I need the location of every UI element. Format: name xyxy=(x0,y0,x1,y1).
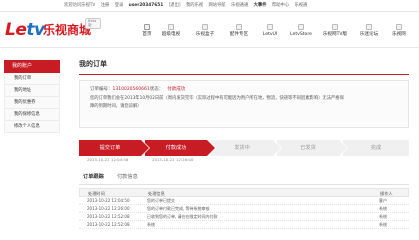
delivery-note-line-1: 您的订单我们会在2013年10月02日前（周内发货完毕（实际过程中有可能因为用户… xyxy=(90,96,344,101)
page: 欢迎访问乐视TV 注册 登录 user20347651 [退出] 我的乐视 网站… xyxy=(0,0,419,240)
nav-tv-site[interactable]: 乐视网TV版 xyxy=(318,24,352,46)
home-icon xyxy=(144,24,150,30)
sidebar-item-orders[interactable]: 我的订单 xyxy=(4,73,60,85)
logo-brand: Letv xyxy=(5,20,45,40)
main-nav: 首页 超级电视 乐视盒子 配件专区 LetvUI LetvStore 乐视网TV… xyxy=(130,24,417,46)
welcome-text: 欢迎访问乐视TV xyxy=(64,3,96,8)
table-row: 2013-10-22 12:26:00 您的订单付款已完成, 等待系统审核 系统 xyxy=(79,205,409,213)
step-time-paid: 2013-10-22 12:26:00 xyxy=(152,157,194,162)
order-info-box: 订单编号：1310020560661状态： 付款成功 您的订单我们会在2013年1… xyxy=(79,80,409,128)
big-event-link[interactable]: 大事件 xyxy=(254,3,267,8)
letv-pass-link[interactable]: 乐视通通 xyxy=(231,3,248,8)
order-status: 付款成功 xyxy=(167,87,186,92)
my-letv-link[interactable]: 我的乐视 xyxy=(186,3,203,8)
tracking-table: 处理时间 处理信息 操作人 2013-10-22 12:04:50 您的订单已提… xyxy=(79,188,409,229)
beta-badge: Beta版 xyxy=(85,18,101,29)
top-bar: 欢迎访问乐视TV 注册 登录 user20347651 [退出] 我的乐视 网站… xyxy=(0,0,419,12)
order-progress: 提交订单 付款成功 发货中 已发货 完成 xyxy=(79,140,409,156)
accessory-icon xyxy=(236,24,242,30)
site-header: Letv 乐视商城 Beta版 首页 超级电视 乐视盒子 配件专区 LetvUI… xyxy=(0,12,419,48)
sidebar-title: 我的账户 xyxy=(4,60,60,73)
store-icon xyxy=(298,24,304,30)
sidebar-item-address[interactable]: 我的地址 xyxy=(4,85,60,97)
order-summary-line: 订单编号：1310020560661状态： 付款成功 xyxy=(90,87,398,96)
page-title: 我的订单 xyxy=(79,60,107,68)
progress-times: 2013-10-22 12:04:56 2013-10-22 12:26:00 xyxy=(79,157,409,166)
tv-icon xyxy=(168,24,174,30)
nav-box[interactable]: 乐视盒子 xyxy=(188,24,222,46)
col-info: 处理信息 xyxy=(148,191,165,196)
site-nav-link[interactable]: 网站导航 xyxy=(209,3,226,8)
nav-super-tv[interactable]: 超级电视 xyxy=(154,24,188,46)
step-time-submitted: 2013-10-22 12:04:56 xyxy=(87,157,129,162)
forum-icon xyxy=(366,24,372,30)
col-time: 处理时间 xyxy=(88,191,105,196)
letv-link[interactable]: 乐视通 xyxy=(294,3,307,8)
register-link[interactable]: 注册 xyxy=(101,3,110,8)
username-link[interactable]: user20347651 xyxy=(129,3,164,8)
status-label: 状态： xyxy=(149,87,164,92)
login-link[interactable]: 登录 xyxy=(115,3,124,8)
step-shipped: 已发货 xyxy=(277,140,348,156)
ui-icon xyxy=(267,24,273,30)
tab-order-tracking[interactable]: 订单跟踪 xyxy=(83,174,104,185)
nav-forum[interactable]: 乐迷论坛 xyxy=(352,24,386,46)
delivery-note-line-2: 障的到期时间，请您谅解） xyxy=(90,104,142,109)
sidebar-item-warranty[interactable]: 我的保修信息 xyxy=(4,109,60,121)
title-divider xyxy=(79,74,409,75)
site-icon xyxy=(396,24,402,30)
site-logo[interactable]: Letv 乐视商城 Beta版 xyxy=(5,18,101,40)
nav-letv-site[interactable]: 乐视网 xyxy=(382,24,416,46)
nav-accessory[interactable]: 配件专区 xyxy=(222,24,256,46)
sidebar-item-coupons[interactable]: 我的优惠券 xyxy=(4,97,60,109)
step-complete: 完成 xyxy=(343,140,409,156)
account-sidebar: 我的账户 我的订单 我的地址 我的优惠券 我的保修信息 修改个人信息 xyxy=(4,60,60,133)
table-row: 2013-10-22 12:52:08 系统 系统 xyxy=(79,221,409,229)
step-shipping: 发货中 xyxy=(211,140,282,156)
logout-link[interactable]: [退出] xyxy=(169,3,181,8)
order-number[interactable]: 1310020560661 xyxy=(113,87,150,92)
logo-name: 乐视商城 xyxy=(43,23,92,37)
box-icon xyxy=(202,24,208,30)
tab-payment-info[interactable]: 付款信息 xyxy=(117,174,138,185)
nav-letvstore[interactable]: LetvStore xyxy=(284,24,318,46)
top-links: 欢迎访问乐视TV 注册 登录 user20347651 [退出] 我的乐视 网站… xyxy=(64,3,413,10)
sidebar-item-profile[interactable]: 修改个人信息 xyxy=(4,121,60,133)
nav-letvui[interactable]: LetvUI xyxy=(253,24,287,46)
help-center-link[interactable]: 帮助中心 xyxy=(272,3,289,8)
table-row: 2013-10-22 12:52:08 已收到您的订单, 请在在限定时间内付款 … xyxy=(79,213,409,221)
order-no-label: 订单编号： xyxy=(90,87,113,92)
table-row: 2013-10-22 12:04:50 您的订单已提交 客户 xyxy=(79,197,409,205)
step-paid: 付款成功 xyxy=(145,140,216,156)
tv-site-icon xyxy=(332,24,338,30)
step-submitted: 提交订单 xyxy=(79,140,150,156)
table-header: 处理时间 处理信息 操作人 xyxy=(79,188,409,197)
detail-tabs: 订单跟踪 付款信息 xyxy=(79,174,409,185)
main-content: 我的订单 订单编号：1310020560661状态： 付款成功 您的订单我们会在2… xyxy=(79,60,409,229)
col-operator: 操作人 xyxy=(380,191,393,196)
